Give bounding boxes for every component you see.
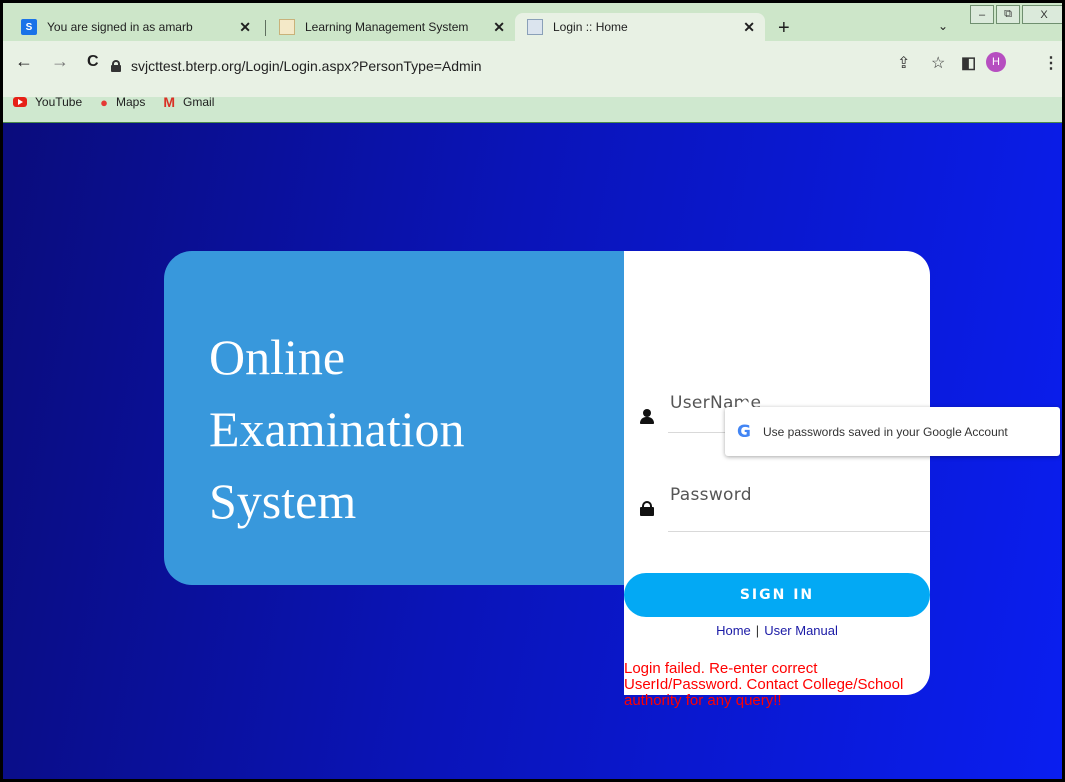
side-panel-icon[interactable]: ◧ xyxy=(961,53,976,73)
password-manager-popup[interactable]: G Use passwords saved in your Google Acc… xyxy=(725,399,1060,456)
bookmark-label: Maps xyxy=(116,95,146,109)
share-icon[interactable]: ⇪ xyxy=(897,53,910,73)
maps-icon: ● xyxy=(100,94,109,110)
bookmark-youtube[interactable]: YouTube xyxy=(13,95,82,109)
tab-favicon-s-icon: S xyxy=(21,19,37,35)
google-g-icon: G xyxy=(737,421,751,442)
bookmark-gmail[interactable]: M Gmail xyxy=(163,94,214,110)
page-title: Online Examination System xyxy=(209,321,609,537)
bookmark-star-icon[interactable]: ☆ xyxy=(931,53,945,73)
lock-icon[interactable] xyxy=(111,60,121,72)
tab-favicon-lms-icon xyxy=(279,19,295,35)
bookmarks-bar: YouTube ● Maps M Gmail xyxy=(3,91,1062,113)
title-line: Examination xyxy=(209,401,465,457)
window-controls: – ⧉ X xyxy=(968,5,1062,25)
browser-window: S You are signed in as amarb ✕ Learning … xyxy=(3,3,1062,779)
tab-lms[interactable]: Learning Management System ✕ xyxy=(267,13,515,41)
restore-button[interactable]: ⧉ xyxy=(996,5,1020,24)
reload-button[interactable]: C xyxy=(87,53,99,71)
link-separator: | xyxy=(755,623,760,638)
youtube-icon xyxy=(13,97,27,107)
bookmark-label: Gmail xyxy=(183,95,215,109)
tab-login-home[interactable]: Login :: Home ✕ xyxy=(515,13,765,41)
bookmark-label: YouTube xyxy=(35,95,83,109)
address-bar[interactable]: svjcttest.bterp.org/Login/Login.aspx?Per… xyxy=(111,51,951,81)
tab-close-icon[interactable]: ✕ xyxy=(239,19,251,36)
close-window-button[interactable]: X xyxy=(1022,5,1062,24)
new-tab-button[interactable]: + xyxy=(778,17,790,40)
password-placeholder[interactable]: Password xyxy=(670,485,752,505)
tab-title: You are signed in as amarb xyxy=(47,20,193,34)
tab-close-icon[interactable]: ✕ xyxy=(493,19,505,36)
url-text[interactable]: svjcttest.bterp.org/Login/Login.aspx?Per… xyxy=(131,58,482,74)
bookmark-maps[interactable]: ● Maps xyxy=(100,95,145,110)
tab-strip: S You are signed in as amarb ✕ Learning … xyxy=(3,3,1062,41)
profile-avatar[interactable]: H xyxy=(986,52,1006,72)
tab-favicon-doc-icon xyxy=(527,19,543,35)
tab-separator xyxy=(265,20,266,36)
field-underline xyxy=(668,531,930,532)
password-popup-text[interactable]: Use passwords saved in your Google Accou… xyxy=(763,425,1008,439)
tab-title: Learning Management System xyxy=(305,20,469,34)
password-field[interactable]: Password xyxy=(634,475,930,532)
sign-in-button[interactable]: SIGN IN xyxy=(624,573,930,617)
password-lock-icon xyxy=(640,501,654,516)
page-content: Online Examination System UserName Passw… xyxy=(3,122,1062,779)
login-error-message: Login failed. Re-enter correct UserId/Pa… xyxy=(624,660,904,709)
browser-toolbar: ← → C svjcttest.bterp.org/Login/Login.as… xyxy=(3,41,1062,110)
user-manual-link[interactable]: User Manual xyxy=(764,623,838,638)
title-line: Online xyxy=(209,329,346,385)
forward-button[interactable]: → xyxy=(51,51,69,72)
gmail-icon: M xyxy=(163,94,176,110)
tab-title: Login :: Home xyxy=(553,20,628,34)
hero-panel: Online Examination System xyxy=(164,251,634,585)
menu-kebab-icon[interactable]: ⋮ xyxy=(1043,53,1059,73)
back-button[interactable]: ← xyxy=(15,51,33,72)
login-card: UserName Password SIGN IN Home | User Manu… xyxy=(624,251,930,695)
tab-search-chevron-icon[interactable]: ⌄ xyxy=(938,19,948,33)
user-icon xyxy=(640,409,654,424)
home-link[interactable]: Home xyxy=(716,623,751,638)
tab-signed-in[interactable]: S You are signed in as amarb ✕ xyxy=(9,13,261,41)
title-line: System xyxy=(209,473,357,529)
minimize-button[interactable]: – xyxy=(970,5,994,24)
footer-links: Home | User Manual xyxy=(624,623,930,638)
tab-close-icon[interactable]: ✕ xyxy=(743,19,755,36)
